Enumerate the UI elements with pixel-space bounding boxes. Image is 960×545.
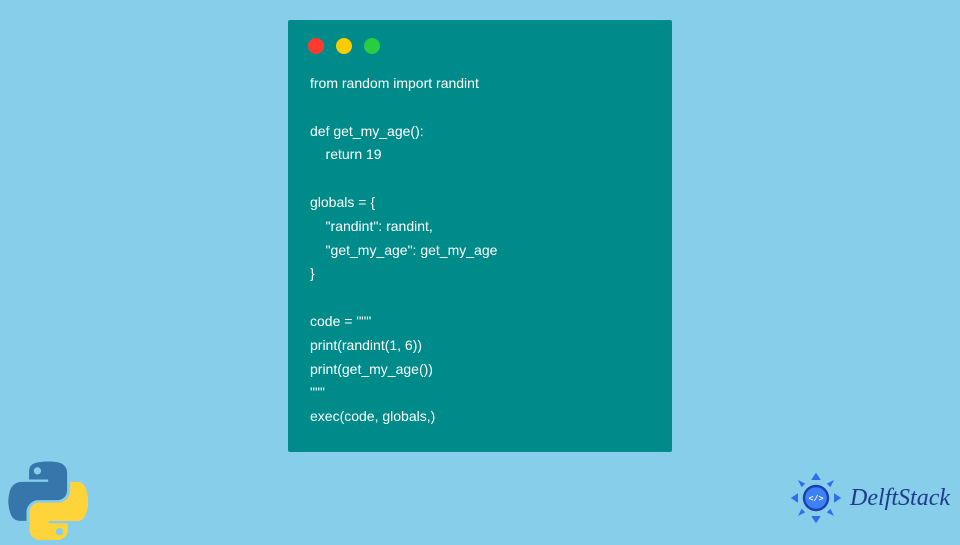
code-window: from random import randint def get_my_ag…: [288, 20, 672, 452]
python-logo-icon: [8, 460, 88, 540]
minimize-dot-icon: [336, 38, 352, 54]
delftstack-logo: </> DelftStack: [786, 468, 950, 528]
window-controls: [288, 20, 672, 64]
code-content: from random import randint def get_my_ag…: [288, 64, 672, 437]
delftstack-brand-text: DelftStack: [850, 485, 950, 512]
svg-text:</>: </>: [808, 494, 823, 504]
maximize-dot-icon: [364, 38, 380, 54]
delftstack-emblem-icon: </>: [786, 468, 846, 528]
close-dot-icon: [308, 38, 324, 54]
